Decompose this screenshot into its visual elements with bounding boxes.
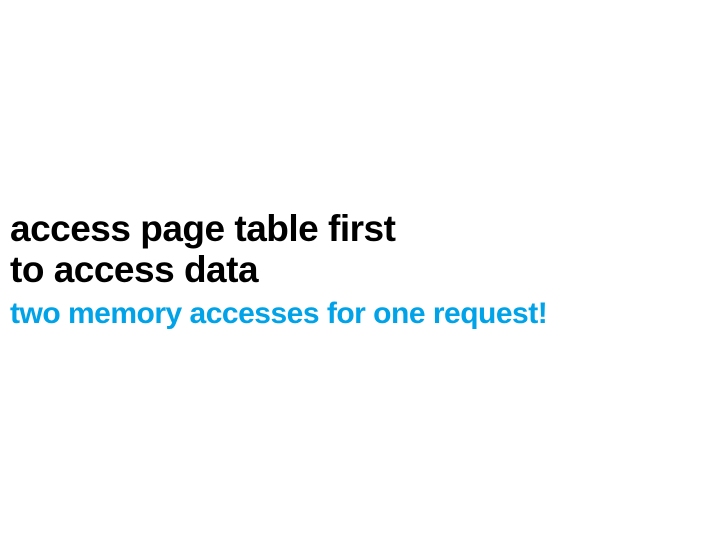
slide-content: access page table first to access data t… [10,208,547,332]
text-emphasis: two memory accesses for one request! [10,296,547,332]
text-line-1: access page table first [10,208,547,249]
text-line-2: to access data [10,249,547,290]
